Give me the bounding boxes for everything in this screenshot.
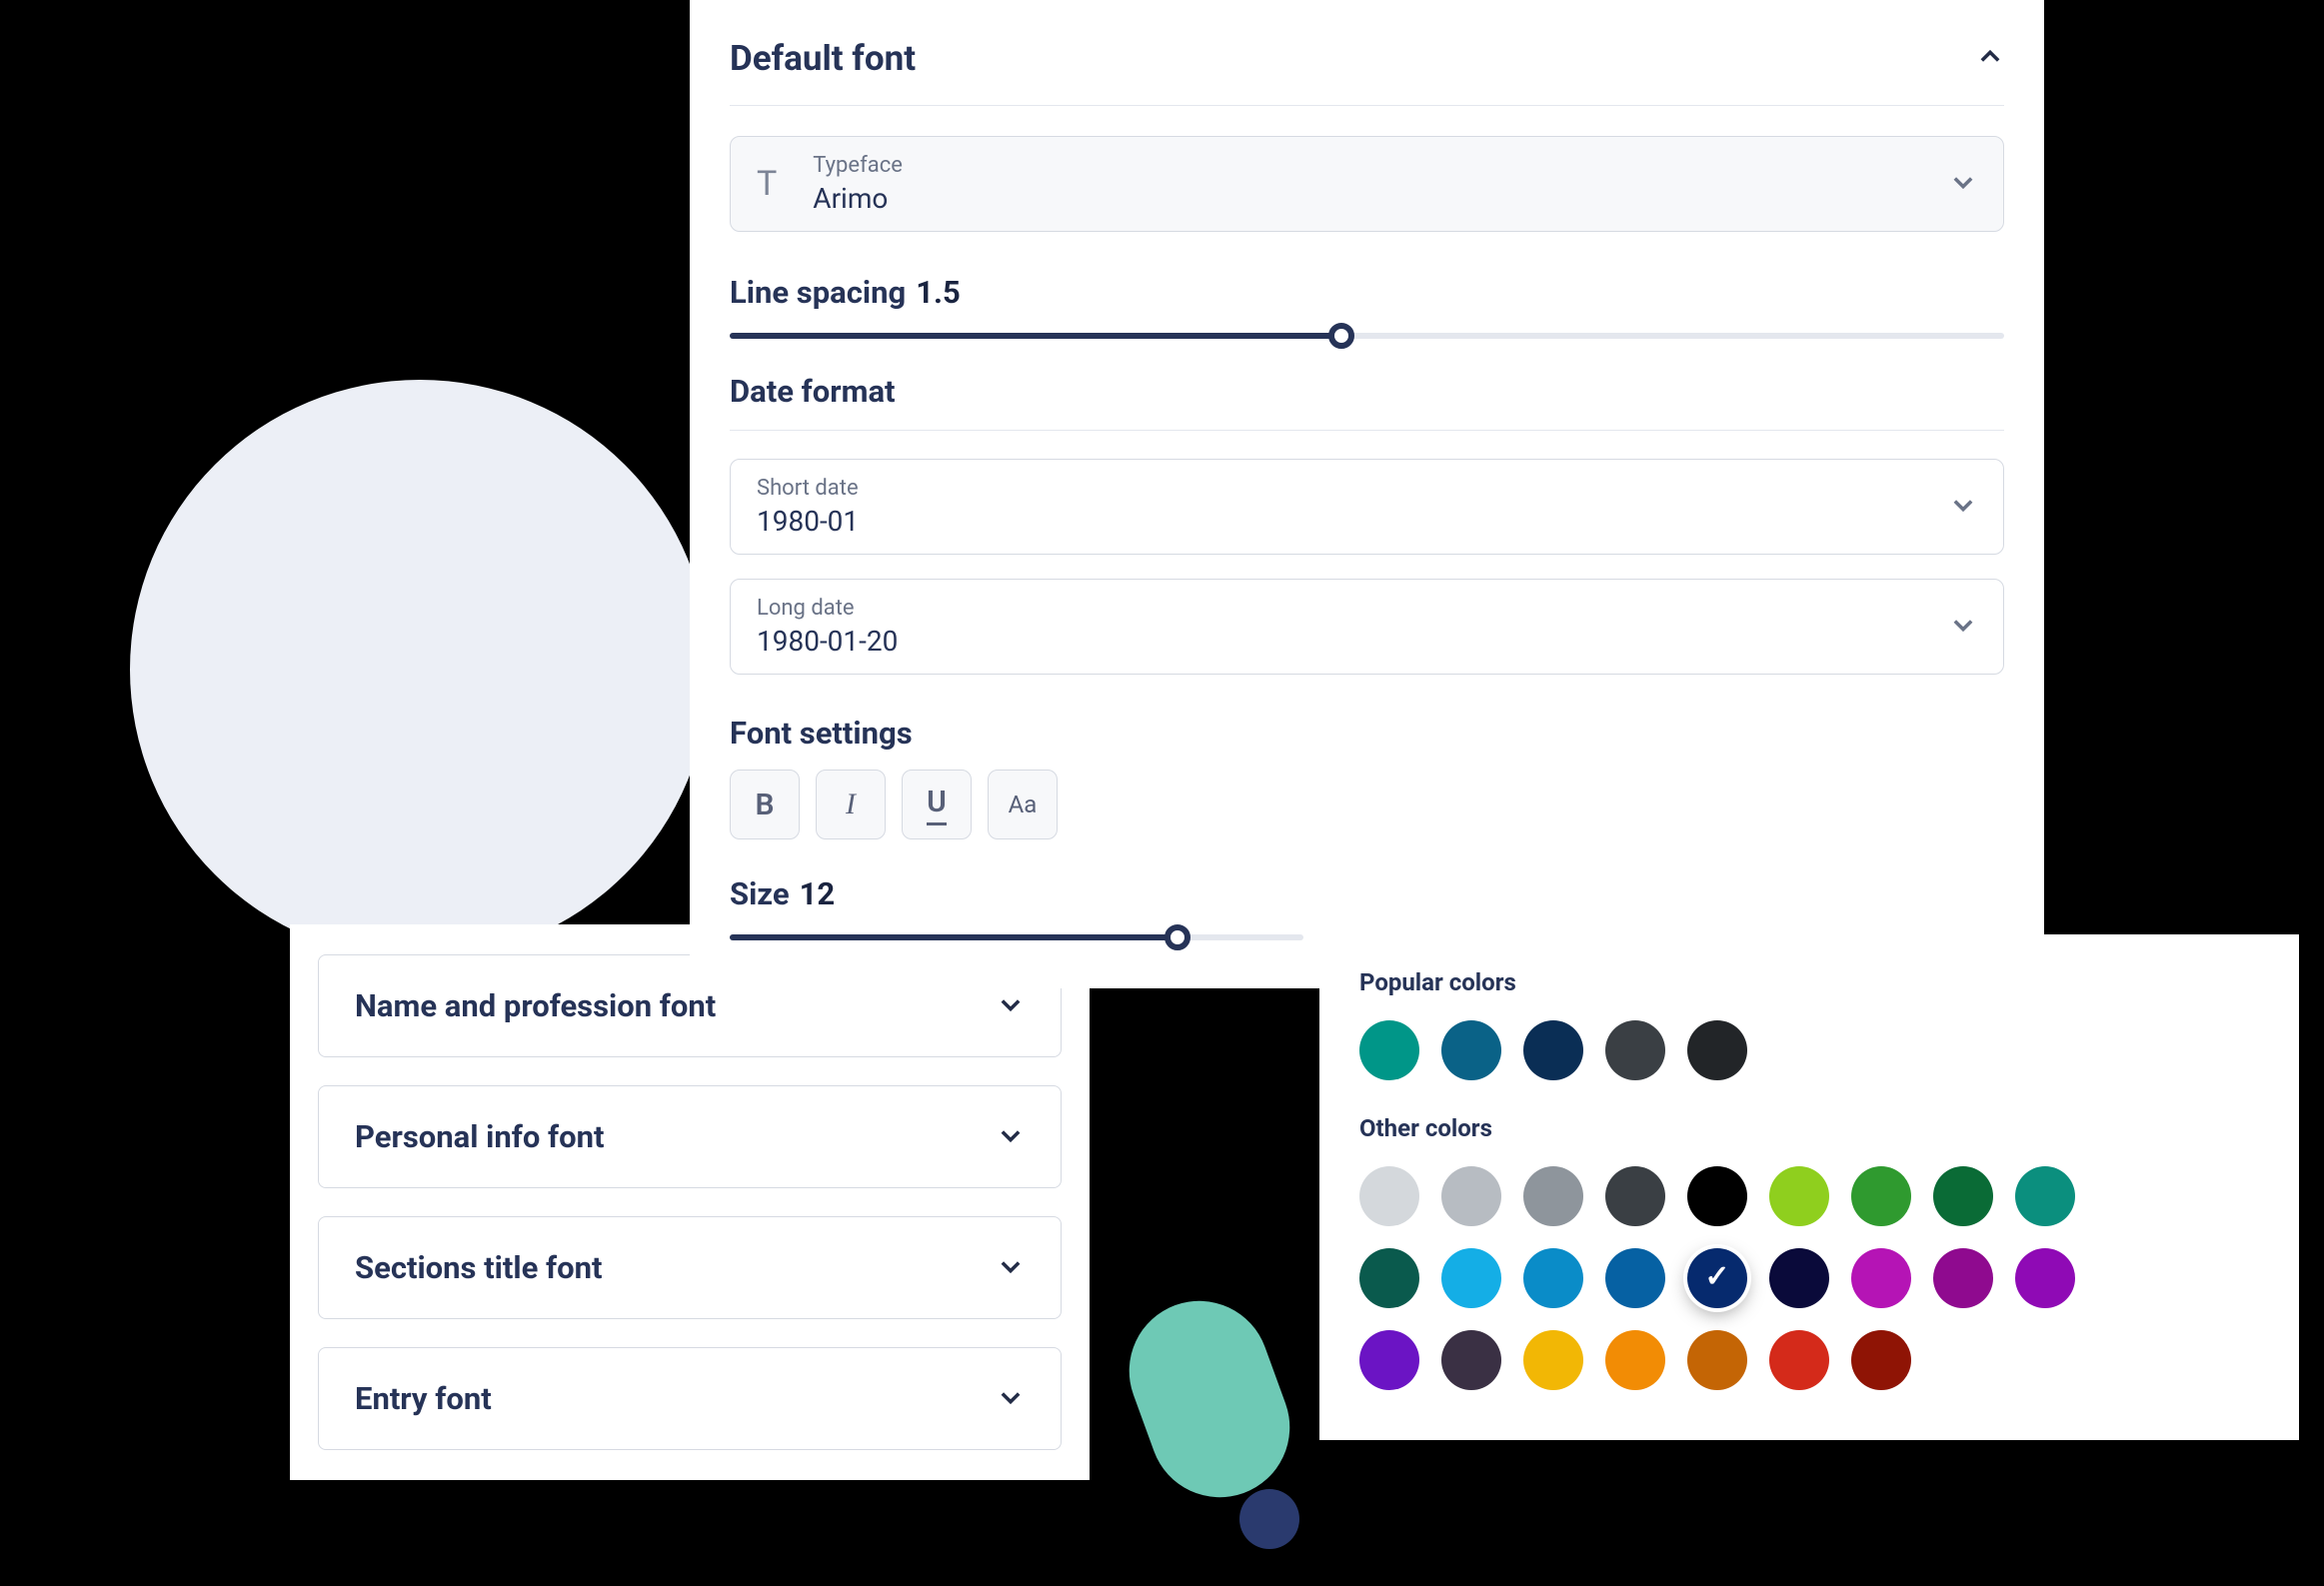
color-swatch[interactable]: [1441, 1248, 1501, 1308]
color-swatch[interactable]: [1523, 1248, 1583, 1308]
color-swatch[interactable]: [1359, 1166, 1419, 1226]
size-label: Size: [730, 875, 790, 912]
font-section-label: Sections title font: [355, 1249, 602, 1286]
color-swatch[interactable]: [1523, 1330, 1583, 1390]
background-blob-teal: [1110, 1281, 1309, 1517]
short-date-value: 1980-01: [757, 505, 1913, 538]
long-date-select[interactable]: Long date 1980-01-20: [730, 579, 2004, 675]
color-swatch[interactable]: [2015, 1166, 2075, 1226]
color-swatch[interactable]: [2015, 1248, 2075, 1308]
panel-title: Default font: [730, 38, 916, 79]
line-spacing-slider[interactable]: [730, 333, 2004, 339]
typeface-label: Typeface: [813, 153, 1913, 178]
underline-button[interactable]: U: [902, 770, 972, 839]
chevron-down-icon: [997, 1121, 1025, 1153]
color-swatch[interactable]: [1687, 1020, 1747, 1080]
color-picker-panel: Popular colors Other colors ✓: [1319, 934, 2299, 1440]
color-swatch[interactable]: [1769, 1248, 1829, 1308]
slider-thumb[interactable]: [1328, 323, 1354, 349]
other-colors-title: Other colors: [1359, 1114, 2259, 1142]
collapse-icon[interactable]: [1976, 43, 2004, 75]
line-spacing-label: Line spacing: [730, 274, 906, 311]
case-button[interactable]: Aa: [988, 770, 1058, 839]
color-swatch[interactable]: [1769, 1330, 1829, 1390]
color-swatch[interactable]: [1933, 1248, 1993, 1308]
color-swatch[interactable]: [1359, 1020, 1419, 1080]
typeface-select[interactable]: T Typeface Arimo: [730, 136, 2004, 232]
color-swatch[interactable]: [1605, 1330, 1665, 1390]
line-spacing-value: 1.5: [916, 274, 961, 311]
color-swatch[interactable]: ✓: [1687, 1248, 1747, 1308]
font-settings-title: Font settings: [730, 715, 913, 752]
font-sections-panel: Name and profession font Personal info fo…: [290, 924, 1090, 1480]
color-swatch[interactable]: [1769, 1166, 1829, 1226]
color-swatch[interactable]: [1523, 1166, 1583, 1226]
check-icon: ✓: [1704, 1259, 1729, 1294]
color-swatch[interactable]: [1851, 1330, 1911, 1390]
color-swatch[interactable]: [1441, 1020, 1501, 1080]
type-icon: T: [757, 164, 777, 204]
short-date-select[interactable]: Short date 1980-01: [730, 459, 2004, 555]
default-font-panel: Default font T Typeface Arimo Line spaci…: [690, 0, 2044, 988]
chevron-down-icon: [997, 990, 1025, 1022]
chevron-down-icon: [1949, 168, 1977, 200]
color-swatch[interactable]: [1441, 1330, 1501, 1390]
color-swatch[interactable]: [1687, 1166, 1747, 1226]
color-swatch[interactable]: [1605, 1020, 1665, 1080]
typeface-value: Arimo: [813, 182, 1913, 215]
divider: [730, 105, 2004, 106]
font-section-label: Personal info font: [355, 1118, 605, 1155]
color-swatch[interactable]: [1851, 1166, 1911, 1226]
font-section-row[interactable]: Personal info font: [318, 1085, 1062, 1188]
popular-colors-title: Popular colors: [1359, 968, 2259, 996]
size-slider[interactable]: [730, 934, 1303, 940]
color-swatch[interactable]: [1605, 1166, 1665, 1226]
background-blob-navy: [1239, 1489, 1299, 1549]
long-date-value: 1980-01-20: [757, 625, 1913, 658]
bold-button[interactable]: B: [730, 770, 800, 839]
italic-button[interactable]: I: [816, 770, 886, 839]
chevron-down-icon: [997, 1383, 1025, 1415]
slider-thumb[interactable]: [1164, 924, 1190, 950]
date-format-title: Date format: [730, 373, 896, 410]
font-section-label: Name and profession font: [355, 987, 716, 1024]
chevron-down-icon: [1949, 491, 1977, 523]
size-value: 12: [800, 875, 836, 912]
color-swatch[interactable]: [1523, 1020, 1583, 1080]
color-swatch[interactable]: [1359, 1248, 1419, 1308]
color-swatch[interactable]: [1687, 1330, 1747, 1390]
color-swatch[interactable]: [1441, 1166, 1501, 1226]
chevron-down-icon: [997, 1252, 1025, 1284]
font-section-row[interactable]: Sections title font: [318, 1216, 1062, 1319]
color-swatch[interactable]: [1933, 1166, 1993, 1226]
font-section-label: Entry font: [355, 1380, 492, 1417]
color-swatch[interactable]: [1605, 1248, 1665, 1308]
short-date-label: Short date: [757, 476, 1913, 501]
chevron-down-icon: [1949, 611, 1977, 643]
long-date-label: Long date: [757, 596, 1913, 621]
font-section-row[interactable]: Entry font: [318, 1347, 1062, 1450]
color-swatch[interactable]: [1851, 1248, 1911, 1308]
background-blob: [130, 380, 710, 959]
color-swatch[interactable]: [1359, 1330, 1419, 1390]
